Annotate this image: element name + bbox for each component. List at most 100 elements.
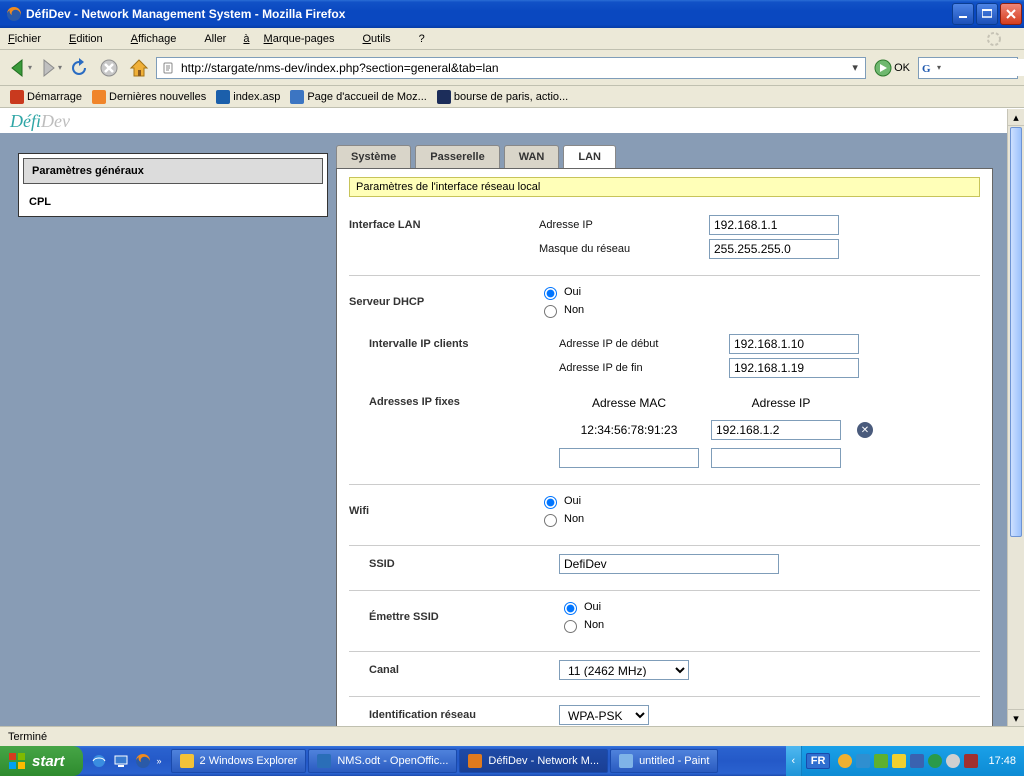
- tray-collapse-button[interactable]: ‹: [786, 746, 802, 776]
- menu-go[interactable]: Aller à: [204, 33, 249, 45]
- radio-broadcast-yes[interactable]: [564, 602, 577, 615]
- ql-expand-icon[interactable]: »: [157, 756, 162, 766]
- bookmark-icon: [290, 90, 304, 104]
- go-button[interactable]: OK: [874, 59, 910, 77]
- ql-firefox-icon[interactable]: [135, 753, 151, 769]
- radio-dhcp-no[interactable]: [544, 305, 557, 318]
- input-fixed-ip-0[interactable]: [711, 420, 841, 440]
- heading-ip-range: Intervalle IP clients: [369, 338, 559, 350]
- bookmark-label: Page d'accueil de Moz...: [307, 91, 427, 103]
- tab-bar: SystèmePasserelleWANLAN: [336, 145, 993, 168]
- tray-icon-2[interactable]: [856, 754, 870, 768]
- forward-button[interactable]: [36, 55, 62, 81]
- input-fixed-ip-1[interactable]: [711, 448, 841, 468]
- tray-icon-3[interactable]: [874, 754, 888, 768]
- tab-passerelle[interactable]: Passerelle: [415, 145, 499, 168]
- window-minimize-button[interactable]: [952, 3, 974, 25]
- input-lan-mask[interactable]: [709, 239, 839, 259]
- bookmark-icon: [92, 90, 106, 104]
- menu-file[interactable]: Fichier: [8, 33, 55, 45]
- window-close-button[interactable]: [1000, 3, 1022, 25]
- taskbar-item-3[interactable]: untitled - Paint: [610, 749, 718, 773]
- input-ip-start[interactable]: [729, 334, 859, 354]
- select-auth[interactable]: WPA-PSK: [559, 705, 649, 725]
- radio-dhcp-yes[interactable]: [544, 287, 557, 300]
- tab-système[interactable]: Système: [336, 145, 411, 168]
- input-ip-end[interactable]: [729, 358, 859, 378]
- language-indicator[interactable]: FR: [806, 753, 831, 769]
- heading-fixed-ip: Adresses IP fixes: [369, 396, 559, 408]
- label-ssid: SSID: [369, 558, 559, 570]
- url-dropdown-arrow-icon[interactable]: ▾: [847, 61, 863, 74]
- start-button[interactable]: start: [0, 746, 83, 776]
- window-maximize-button[interactable]: [976, 3, 998, 25]
- menu-edit[interactable]: Edition: [69, 33, 117, 45]
- go-label: OK: [894, 62, 910, 74]
- label-broadcast-yes: Oui: [584, 601, 601, 613]
- tray-icon-1[interactable]: [838, 754, 852, 768]
- quick-launch: »: [83, 746, 170, 776]
- bookmark-item-0[interactable]: Démarrage: [6, 89, 86, 105]
- ql-ie-icon[interactable]: [91, 753, 107, 769]
- search-dropdown-icon[interactable]: ▾: [937, 63, 941, 72]
- sidebar-item-cpl[interactable]: CPL: [19, 188, 327, 216]
- tray-clock[interactable]: 17:48: [988, 755, 1016, 767]
- tray-icon-6[interactable]: [928, 754, 942, 768]
- input-mac-1[interactable]: [559, 448, 699, 468]
- search-bar[interactable]: G ▾: [918, 57, 1018, 79]
- task-label: DéfiDev - Network M...: [488, 755, 599, 767]
- bookmark-label: Démarrage: [27, 91, 82, 103]
- home-button[interactable]: [126, 55, 152, 81]
- label-dhcp-no: Non: [564, 304, 584, 316]
- radio-wifi-no[interactable]: [544, 514, 557, 527]
- tab-wan[interactable]: WAN: [504, 145, 560, 168]
- input-lan-ip[interactable]: [709, 215, 839, 235]
- menu-help[interactable]: ?: [419, 33, 425, 45]
- menu-tools[interactable]: Outils: [362, 33, 404, 45]
- menu-bar: Fichier Edition Affichage Aller à Marque…: [0, 28, 1024, 50]
- sidebar-item-general[interactable]: Paramètres généraux: [23, 158, 323, 184]
- bookmark-item-3[interactable]: Page d'accueil de Moz...: [286, 89, 431, 105]
- bookmark-icon: [10, 90, 24, 104]
- search-input[interactable]: [944, 59, 1024, 76]
- tray-icon-7[interactable]: [946, 754, 960, 768]
- tab-lan[interactable]: LAN: [563, 145, 616, 168]
- taskbar-item-2[interactable]: DéfiDev - Network M...: [459, 749, 608, 773]
- stop-button[interactable]: [96, 55, 122, 81]
- tab-panel-lan: Paramètres de l'interface réseau local I…: [336, 168, 993, 726]
- scroll-down-button[interactable]: ▾: [1008, 709, 1024, 726]
- select-channel[interactable]: 11 (2462 MHz): [559, 660, 689, 680]
- task-app-icon: [619, 754, 633, 768]
- label-dhcp-yes: Oui: [564, 286, 581, 298]
- bookmark-item-4[interactable]: bourse de paris, actio...: [433, 89, 572, 105]
- search-engine-icon[interactable]: G: [921, 61, 935, 75]
- radio-broadcast-no[interactable]: [564, 620, 577, 633]
- url-bar[interactable]: ▾: [156, 57, 866, 79]
- url-input[interactable]: [179, 60, 847, 76]
- sidebar-box: Paramètres généraux CPL: [18, 153, 328, 217]
- throbber-icon: [986, 31, 1002, 47]
- tray-icon-5[interactable]: [910, 754, 924, 768]
- menu-view[interactable]: Affichage: [131, 33, 191, 45]
- delete-row-button[interactable]: ✕: [857, 422, 873, 438]
- menu-bookmarks[interactable]: Marque-pages: [264, 33, 349, 45]
- scroll-up-button[interactable]: ▴: [1008, 109, 1024, 126]
- tray-icon-4[interactable]: [892, 754, 906, 768]
- taskbar-item-0[interactable]: 2 Windows Explorer: [171, 749, 307, 773]
- vertical-scrollbar[interactable]: ▴ ▾: [1007, 109, 1024, 726]
- label-auth: Identification réseau: [369, 709, 559, 721]
- label-ip-end: Adresse IP de fin: [559, 362, 729, 374]
- radio-wifi-yes[interactable]: [544, 496, 557, 509]
- input-ssid[interactable]: [559, 554, 779, 574]
- label-broadcast-no: Non: [584, 619, 604, 631]
- reload-button[interactable]: [66, 55, 92, 81]
- scrollbar-thumb[interactable]: [1010, 127, 1022, 537]
- bookmark-item-1[interactable]: Dernières nouvelles: [88, 89, 210, 105]
- tray-icon-8[interactable]: [964, 754, 978, 768]
- firefox-icon: [6, 6, 22, 22]
- bookmark-item-2[interactable]: index.asp: [212, 89, 284, 105]
- label-wifi-no: Non: [564, 513, 584, 525]
- ql-desktop-icon[interactable]: [113, 753, 129, 769]
- taskbar-item-1[interactable]: NMS.odt - OpenOffic...: [308, 749, 457, 773]
- back-button[interactable]: [6, 55, 32, 81]
